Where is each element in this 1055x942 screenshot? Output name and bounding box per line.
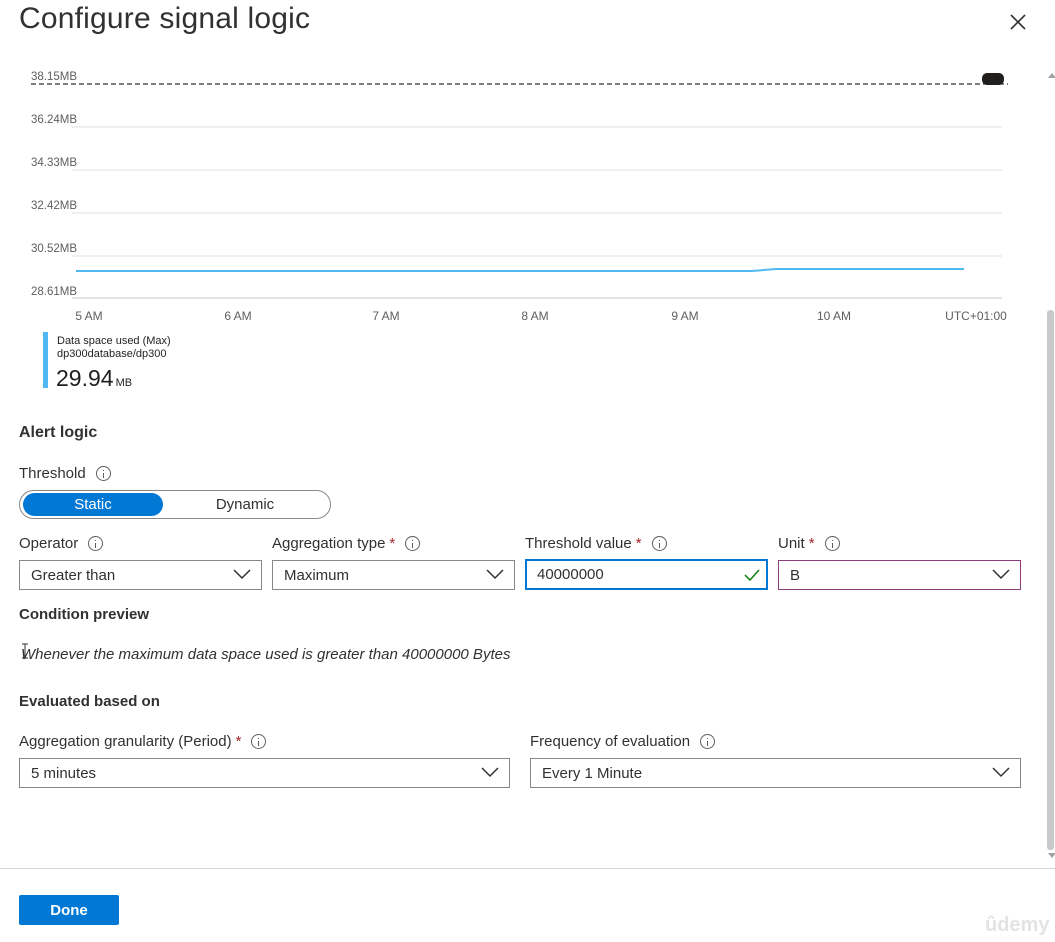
operator-label-text: Operator: [19, 535, 79, 552]
timezone-label: UTC+01:00: [945, 309, 1007, 323]
frequency-label: Frequency of evaluation: [530, 733, 716, 750]
granularity-label-text: Aggregation granularity (Period): [19, 733, 232, 750]
aggregation-type-label-text: Aggregation type: [272, 535, 386, 552]
unit-dropdown[interactable]: B: [778, 560, 1021, 590]
granularity-label: Aggregation granularity (Period) *: [19, 733, 267, 750]
aggregation-type-label: Aggregation type *: [272, 535, 421, 552]
info-icon[interactable]: [824, 536, 840, 551]
frequency-label-text: Frequency of evaluation: [530, 733, 691, 750]
legend-series-name: Data space used (Max): [57, 335, 171, 347]
udemy-watermark: ûdemy: [985, 914, 1050, 936]
page-title: Configure signal logic: [19, 2, 311, 35]
legend-resource: dp300database/dp300: [57, 348, 167, 360]
frequency-dropdown[interactable]: Every 1 Minute: [530, 758, 1021, 788]
operator-dropdown[interactable]: Greater than: [19, 560, 262, 590]
y-tick: 28.61MB: [31, 286, 78, 298]
aggregation-type-value: Maximum: [284, 566, 350, 584]
granularity-dropdown[interactable]: 5 minutes: [19, 758, 510, 788]
y-tick: 38.15MB: [31, 71, 78, 83]
required-marker: *: [389, 535, 396, 552]
threshold-marker: [982, 73, 1004, 85]
info-icon[interactable]: [700, 734, 716, 749]
x-tick: 9 AM: [671, 309, 699, 323]
y-tick: 32.42MB: [31, 200, 78, 212]
granularity-value: 5 minutes: [31, 764, 97, 782]
metric-chart: 38.15MB 36.24MB 34.33MB 32.42MB 30.52MB …: [0, 60, 1040, 330]
info-icon[interactable]: [95, 466, 111, 481]
aggregation-type-dropdown[interactable]: Maximum: [272, 560, 515, 590]
info-icon[interactable]: [88, 536, 104, 551]
chevron-down-icon: [992, 767, 1010, 778]
chevron-down-icon: [486, 569, 504, 580]
x-tick: 8 AM: [521, 309, 549, 323]
series-line: [76, 268, 964, 272]
x-tick: 5 AM: [75, 309, 103, 323]
toggle-dynamic[interactable]: Dynamic: [170, 493, 320, 516]
condition-preview-text: Whenever the maximum data space used is …: [21, 646, 511, 663]
scrollbar-thumb[interactable]: [1047, 310, 1054, 850]
x-tick: 6 AM: [224, 309, 252, 323]
y-tick: 34.33MB: [31, 157, 78, 169]
unit-label: Unit *: [778, 535, 840, 552]
x-tick: 10 AM: [816, 309, 852, 323]
evaluated-based-on-heading: Evaluated based on: [19, 693, 160, 710]
checkmark-icon: [744, 569, 760, 582]
info-icon[interactable]: [251, 734, 267, 749]
operator-label: Operator: [19, 535, 104, 552]
threshold-label-text: Threshold: [19, 465, 86, 482]
chart-plot: [31, 73, 1008, 299]
unit-label-text: Unit: [778, 535, 805, 552]
y-tick: 36.24MB: [31, 114, 78, 126]
legend-value-number: 29.94: [56, 365, 114, 391]
frequency-value: Every 1 Minute: [542, 764, 643, 782]
condition-preview-heading: Condition preview: [19, 606, 150, 623]
scroll-down-icon[interactable]: [1048, 853, 1055, 858]
threshold-label: Threshold: [19, 465, 111, 482]
operator-value: Greater than: [31, 566, 116, 584]
x-tick: 7 AM: [372, 309, 400, 323]
close-icon[interactable]: [1004, 8, 1032, 36]
required-marker: *: [235, 733, 242, 750]
legend-color-swatch: [43, 332, 48, 388]
y-tick: 30.52MB: [31, 243, 78, 255]
threshold-value-text: 40000000: [537, 566, 604, 583]
legend-value: 29.94 MB: [56, 365, 132, 392]
toggle-static[interactable]: Static: [23, 493, 163, 516]
unit-value: B: [790, 566, 801, 584]
chevron-down-icon: [233, 569, 251, 580]
threshold-value-input[interactable]: 40000000: [525, 559, 768, 590]
legend-value-unit: MB: [115, 377, 133, 389]
chevron-down-icon: [992, 569, 1010, 580]
required-marker: *: [808, 535, 815, 552]
chevron-down-icon: [481, 767, 499, 778]
threshold-value-label: Threshold value *: [525, 535, 667, 552]
threshold-toggle[interactable]: Static Dynamic: [19, 490, 331, 519]
scroll-up-icon[interactable]: [1048, 73, 1055, 78]
alert-logic-heading: Alert logic: [19, 424, 98, 441]
threshold-value-label-text: Threshold value: [525, 535, 632, 552]
info-icon[interactable]: [651, 536, 667, 551]
done-button[interactable]: Done: [19, 895, 119, 925]
footer-divider: [0, 868, 1055, 869]
info-icon[interactable]: [405, 536, 421, 551]
required-marker: *: [635, 535, 642, 552]
